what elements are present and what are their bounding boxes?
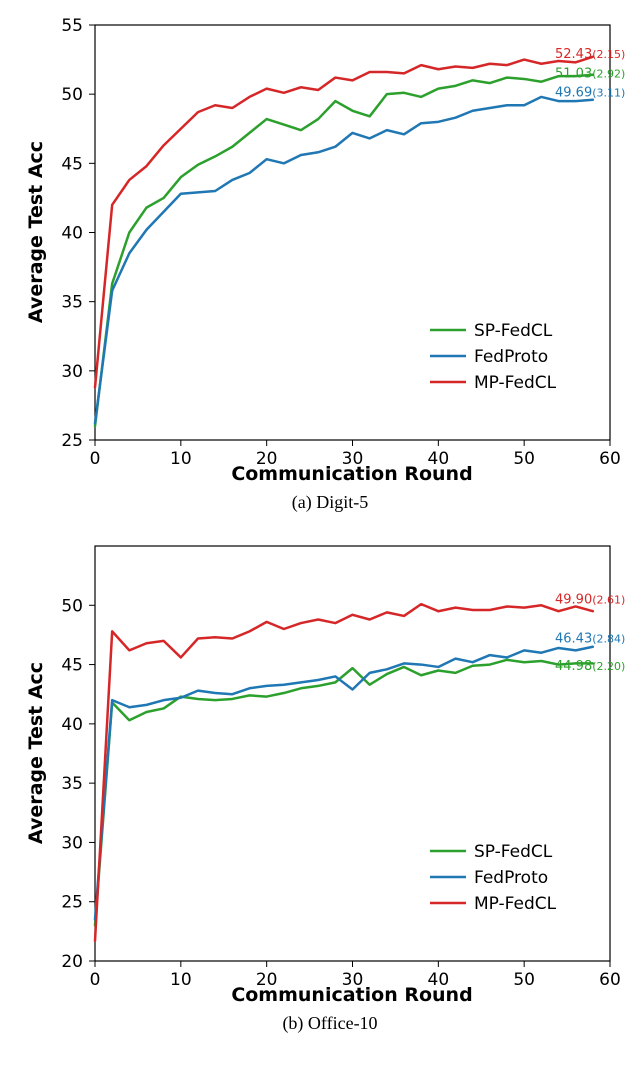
svg-text:45: 45 [61, 154, 83, 174]
chart-digit5: 0102030405060 25303540455055 Communicati… [20, 10, 640, 513]
chart-office10: 0 10 20 30 40 50 60 20 25 30 35 40 45 50 Communicati… [20, 531, 640, 1034]
y-axis-office10: 20 25 30 35 40 45 50 [61, 596, 95, 972]
legend-label: FedProto [474, 347, 548, 367]
end-label-MP-FedCL: 52.43(2.15) [555, 47, 625, 62]
caption-digit5: (a) Digit-5 [20, 492, 640, 513]
y-label-digit5: Average Test Acc [25, 141, 47, 323]
series-group-office10 [95, 604, 593, 941]
svg-text:25: 25 [61, 431, 83, 451]
svg-text:55: 55 [61, 16, 83, 36]
end-labels-digit5: 51.03(2.92) 49.69(3.11) 52.43(2.15) [555, 47, 625, 101]
y-label-office10: Average Test Acc [25, 662, 47, 844]
svg-text:50: 50 [513, 970, 535, 990]
legend-label: SP-FedCL [474, 321, 553, 341]
series-group-digit5 [95, 57, 593, 426]
svg-text:60: 60 [599, 449, 621, 469]
legend-label: MP-FedCL [474, 894, 557, 914]
svg-text:30: 30 [61, 362, 83, 382]
end-label-FedProto: 49.69(3.11) [555, 86, 625, 101]
svg-text:0: 0 [90, 970, 101, 990]
legend-digit5: SP-FedCL FedProto MP-FedCL [430, 321, 557, 393]
svg-text:50: 50 [61, 85, 83, 105]
svg-text:10: 10 [170, 970, 192, 990]
svg-text:50: 50 [513, 449, 535, 469]
legend-label: MP-FedCL [474, 373, 557, 393]
end-label-MP-FedCL: 49.90(2.61) [555, 592, 625, 607]
legend-office10: SP-FedCL FedProto MP-FedCL [430, 842, 557, 914]
svg-text:35: 35 [61, 774, 83, 794]
line-MP-FedCL [95, 604, 593, 941]
svg-text:60: 60 [599, 970, 621, 990]
svg-text:30: 30 [61, 833, 83, 853]
x-label-office10: Communication Round [231, 984, 472, 1006]
x-label-digit5: Communication Round [231, 463, 472, 485]
legend-label: SP-FedCL [474, 842, 553, 862]
chart-svg-digit5: 0102030405060 25303540455055 Communicati… [20, 10, 640, 490]
svg-text:40: 40 [61, 224, 83, 244]
svg-text:40: 40 [61, 715, 83, 735]
end-label-FedProto: 46.43(2.84) [555, 632, 625, 647]
svg-text:50: 50 [61, 596, 83, 616]
y-axis-digit5: 25 30 35 40 45 50 55 [61, 16, 95, 451]
svg-text:20: 20 [61, 952, 83, 972]
svg-text:10: 10 [170, 449, 192, 469]
svg-text:35: 35 [61, 293, 83, 313]
caption-office10: (b) Office-10 [20, 1013, 640, 1034]
chart-svg-office10: 0 10 20 30 40 50 60 20 25 30 35 40 45 50 Communicati… [20, 531, 640, 1011]
svg-text:45: 45 [61, 656, 83, 676]
legend-label: FedProto [474, 868, 548, 888]
svg-text:0: 0 [90, 449, 101, 469]
end-label-SP-FedCL: 51.03(2.92) [555, 66, 625, 81]
end-label-SP-FedCL: 44.98(2.20) [555, 659, 625, 674]
end-labels-office10: 44.98(2.20) 46.43(2.84) 49.90(2.61) [555, 592, 625, 673]
svg-text:25: 25 [61, 893, 83, 913]
